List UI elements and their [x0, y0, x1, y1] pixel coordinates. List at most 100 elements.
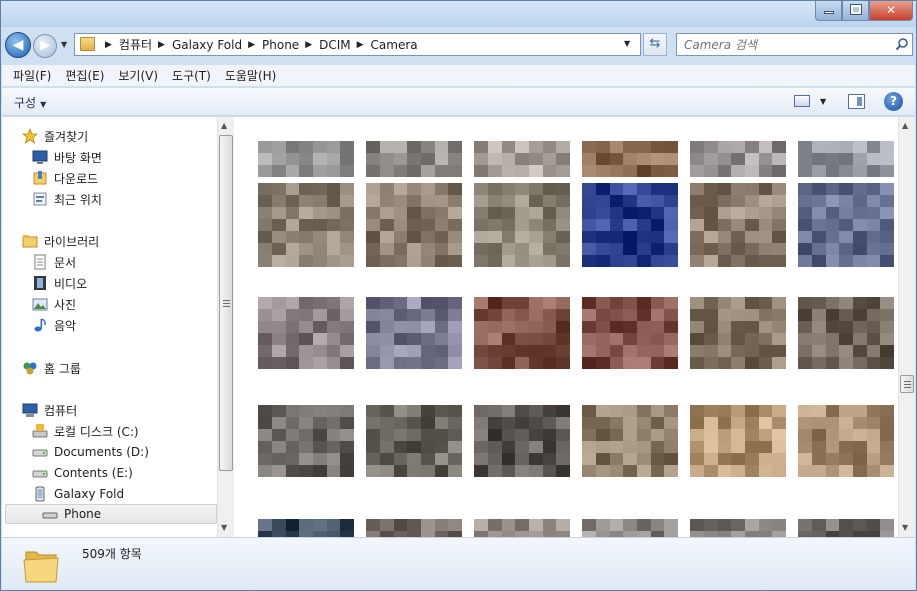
photo-thumbnail[interactable] — [582, 183, 678, 267]
photo-thumbnail[interactable] — [798, 297, 894, 369]
breadcrumb-item-camera[interactable]: Camera — [371, 38, 418, 52]
back-button[interactable]: ◀ — [5, 32, 31, 58]
photo-thumbnail[interactable] — [366, 297, 462, 369]
photo-thumbnail[interactable] — [798, 405, 894, 477]
photo-thumbnail[interactable] — [474, 183, 570, 267]
nav-item-label: 다운로드 — [54, 171, 99, 186]
photo-thumbnail[interactable] — [690, 183, 786, 267]
breadcrumb-separator-icon[interactable]: ▶ — [105, 40, 112, 50]
nav-homegroup-label: 홈 그룹 — [44, 361, 81, 376]
photo-thumbnail[interactable] — [366, 405, 462, 477]
photo-thumbnail[interactable] — [474, 405, 570, 477]
file-list-scrollbar[interactable]: ▲ ▼ — [898, 117, 915, 537]
recent-pages-button[interactable]: ▼ — [61, 40, 67, 49]
photo-thumbnail[interactable] — [474, 519, 570, 537]
breadcrumb-separator-icon[interactable]: ▶ — [357, 40, 364, 50]
photo-thumbnail[interactable] — [582, 519, 678, 537]
nav-item-music[interactable]: 음악 — [32, 315, 76, 335]
nav-item-label: 비디오 — [54, 276, 88, 291]
photo-thumbnail[interactable] — [690, 405, 786, 477]
nav-item-contents-e[interactable]: Contents (E:) — [32, 463, 133, 483]
maximize-button[interactable] — [842, 1, 869, 21]
photo-thumbnail[interactable] — [798, 519, 894, 537]
nav-item-local-disk-c[interactable]: 로컬 디스크 (C:) — [32, 421, 139, 441]
scroll-down-icon[interactable]: ▼ — [902, 523, 908, 532]
hard-drive-icon — [32, 449, 48, 457]
nav-item-downloads[interactable]: 다운로드 — [32, 168, 98, 188]
search-input[interactable] — [677, 34, 887, 55]
minimize-button[interactable] — [815, 1, 842, 21]
photo-thumbnail[interactable] — [366, 519, 462, 537]
photo-thumbnail[interactable] — [798, 183, 894, 267]
nav-item-documents[interactable]: 문서 — [32, 252, 76, 272]
menu-view[interactable]: 보기(V) — [111, 67, 165, 84]
breadcrumb-separator-icon[interactable]: ▶ — [158, 40, 165, 50]
photo-thumbnail[interactable] — [582, 297, 678, 369]
breadcrumb-item-dcim[interactable]: DCIM — [319, 38, 351, 52]
search-icon[interactable] — [895, 37, 909, 51]
minimize-icon — [824, 11, 834, 14]
nav-computer[interactable]: 컴퓨터 — [22, 400, 77, 420]
scroll-down-icon[interactable]: ▼ — [221, 523, 227, 532]
photo-thumbnail[interactable] — [582, 141, 678, 177]
breadcrumb-separator-icon[interactable]: ▶ — [248, 40, 255, 50]
forward-button[interactable]: ▶ — [33, 34, 57, 58]
photo-thumbnail[interactable] — [474, 297, 570, 369]
nav-item-pictures[interactable]: 사진 — [32, 294, 76, 314]
nav-item-documents-d[interactable]: Documents (D:) — [32, 442, 149, 462]
help-button[interactable]: ? — [884, 92, 903, 111]
organize-button[interactable]: 구성 ▼ — [14, 94, 46, 111]
photo-thumbnail[interactable] — [690, 519, 786, 537]
photo-thumbnail[interactable] — [258, 141, 354, 177]
address-bar[interactable]: ▶ 컴퓨터 ▶ Galaxy Fold ▶ Phone ▶ DCIM ▶ Cam… — [74, 33, 641, 56]
menu-help[interactable]: 도움말(H) — [218, 67, 284, 84]
scroll-up-icon[interactable]: ▲ — [221, 121, 227, 130]
photo-thumbnail[interactable] — [258, 297, 354, 369]
breadcrumb-item-galaxy-fold[interactable]: Galaxy Fold — [172, 38, 242, 52]
menu-file[interactable]: 파일(F) — [6, 67, 58, 84]
breadcrumb-item-phone[interactable]: Phone — [262, 38, 299, 52]
photo-thumbnail[interactable] — [258, 519, 354, 537]
scrollbar-thumb[interactable] — [219, 135, 233, 471]
menu-tools[interactable]: 도구(T) — [165, 67, 218, 84]
photo-thumbnail[interactable] — [798, 141, 894, 177]
photo-thumbnail[interactable] — [366, 141, 462, 177]
pictures-icon — [32, 298, 48, 311]
address-dropdown-icon[interactable]: ▼ — [624, 39, 630, 48]
nav-item-label: 음악 — [54, 318, 77, 333]
photo-thumbnail[interactable] — [258, 405, 354, 477]
file-list-thumbnails — [234, 117, 898, 537]
preview-pane-button[interactable] — [848, 94, 865, 109]
navigation-pane-scrollbar[interactable]: ▲ ▼ — [217, 117, 234, 537]
photo-thumbnail[interactable] — [258, 183, 354, 267]
scrollbar-thumb[interactable] — [900, 375, 914, 393]
grip-line — [904, 384, 911, 385]
nav-item-label: 최근 위치 — [54, 192, 102, 207]
menu-edit[interactable]: 편집(E) — [58, 67, 111, 84]
nav-favorites[interactable]: 즐겨찾기 — [22, 126, 88, 146]
nav-libraries[interactable]: 라이브러리 — [22, 231, 99, 251]
organize-label: 구성 — [14, 96, 37, 110]
nav-computer-label: 컴퓨터 — [44, 403, 78, 418]
close-button[interactable]: ✕ — [869, 1, 913, 21]
recent-places-icon — [33, 192, 47, 206]
nav-item-recent-places[interactable]: 최근 위치 — [32, 189, 102, 209]
photo-thumbnail[interactable] — [582, 405, 678, 477]
view-options-dropdown-icon[interactable]: ▼ — [820, 97, 826, 106]
refresh-button[interactable]: ⇆ — [643, 33, 667, 56]
photo-thumbnail[interactable] — [366, 183, 462, 267]
photo-thumbnail[interactable] — [690, 141, 786, 177]
nav-homegroup[interactable]: 홈 그룹 — [22, 358, 81, 378]
photo-thumbnail[interactable] — [690, 297, 786, 369]
grip-line — [904, 387, 911, 388]
nav-item-desktop[interactable]: 바탕 화면 — [32, 147, 102, 167]
nav-item-galaxy-fold[interactable]: Galaxy Fold — [32, 484, 124, 504]
change-view-button[interactable] — [794, 95, 810, 107]
nav-item-phone[interactable]: Phone — [5, 504, 217, 524]
breadcrumb-item-computer[interactable]: 컴퓨터 — [119, 36, 152, 53]
breadcrumb-separator-icon[interactable]: ▶ — [305, 40, 312, 50]
nav-item-videos[interactable]: 비디오 — [32, 273, 87, 293]
photo-thumbnail[interactable] — [474, 141, 570, 177]
scroll-up-icon[interactable]: ▲ — [902, 121, 908, 130]
folder-icon — [23, 551, 59, 583]
